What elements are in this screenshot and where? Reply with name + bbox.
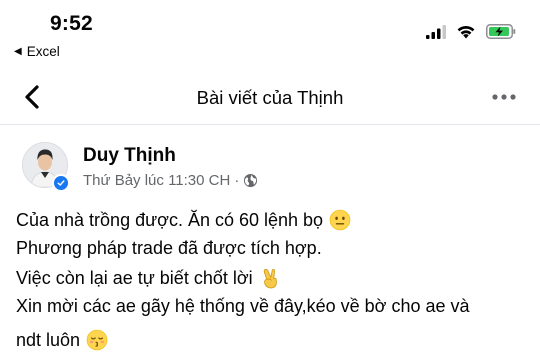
- back-triangle-icon: ◀: [14, 46, 22, 57]
- post-text: Của nhà trồng được. Ăn có 60 lệnh bọ: [16, 210, 324, 230]
- status-icons: [426, 24, 516, 39]
- meta-separator: ·: [234, 172, 240, 189]
- victory-hand-emoji: [263, 269, 277, 289]
- header-divider: [0, 124, 540, 125]
- post-body: Của nhà trồng được. Ăn có 60 lệnh bọ Phư…: [16, 206, 526, 354]
- post-meta: Thứ Bảy lúc 11:30 CH ·: [83, 172, 258, 189]
- page-title: Bài viết của Thịnh: [196, 87, 344, 108]
- battery-charging-icon: [486, 24, 516, 39]
- post-text-line: Việc còn lại ae tự biết chốt lời: [16, 264, 526, 292]
- nav-bar: Bài viết của Thịnh: [0, 72, 540, 122]
- post-text-line: ndt luôn: [16, 326, 526, 354]
- globe-icon[interactable]: [243, 173, 258, 188]
- post-text: Xin mời các ae gãy hệ thống về đây,kéo v…: [16, 296, 470, 316]
- post-text-line: Của nhà trồng được. Ăn có 60 lệnh bọ: [16, 206, 526, 234]
- post-timestamp[interactable]: Thứ Bảy lúc 11:30 CH: [83, 172, 230, 189]
- neutral-face-emoji: [329, 209, 351, 231]
- back-app-label: Excel: [26, 44, 60, 59]
- wifi-icon: [457, 25, 475, 39]
- more-horizontal-icon[interactable]: [490, 85, 518, 109]
- kissing-face-emoji: [86, 329, 108, 351]
- post-text: ndt luôn: [16, 330, 81, 350]
- status-bar: 9:52 ◀ Excel: [0, 0, 540, 64]
- post-text-line: Xin mời các ae gãy hệ thống về đây,kéo v…: [16, 292, 526, 320]
- post-author-name[interactable]: Duy Thịnh: [83, 145, 176, 167]
- post-text-line: Phương pháp trade đã được tích hợp.: [16, 234, 526, 262]
- back-to-app-link[interactable]: ◀ Excel: [14, 44, 60, 59]
- post-text: Việc còn lại ae tự biết chốt lời: [16, 268, 253, 288]
- status-time: 9:52: [50, 12, 93, 35]
- verified-badge-icon: [52, 174, 70, 192]
- post-text: Phương pháp trade đã được tích hợp.: [16, 238, 322, 258]
- cellular-signal-icon: [426, 24, 446, 39]
